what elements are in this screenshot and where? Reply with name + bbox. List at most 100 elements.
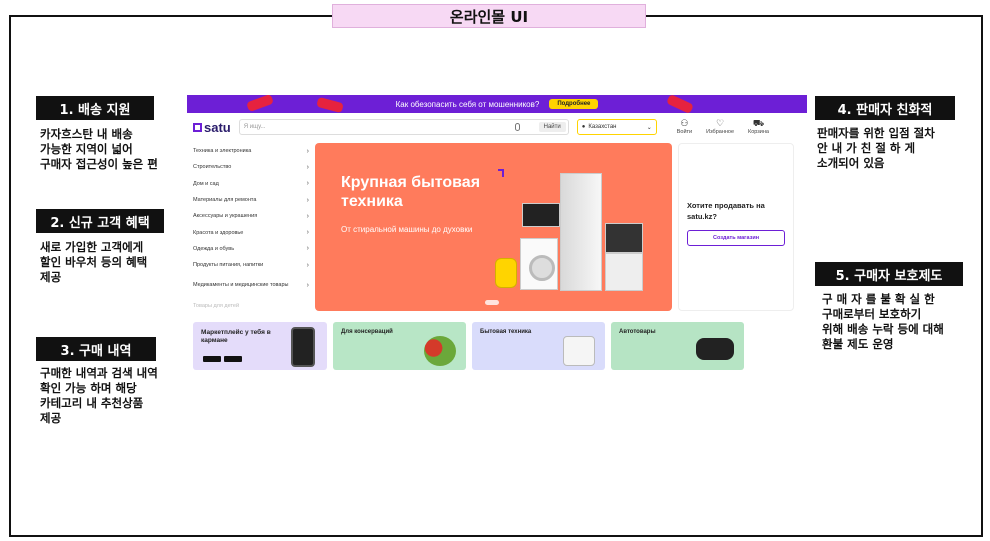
chevron-down-icon: ⌄ [646, 124, 652, 131]
category-label: Красота и здоровье [193, 229, 244, 236]
category-label: Дом и сад [193, 180, 219, 187]
favorites-button[interactable]: ♡ Избранное [706, 118, 735, 136]
stove-image [605, 253, 643, 291]
cart-label: Корзина [748, 129, 769, 135]
page-title: 온라인몰 UI [332, 4, 646, 28]
app-store-icon[interactable] [224, 355, 242, 362]
car-mats-image [696, 337, 734, 360]
region-select[interactable]: ● Казахстан ⌄ [576, 119, 657, 135]
hero-title: Крупная бытовая техника [341, 174, 481, 210]
category-label: Товары для детей [193, 302, 240, 309]
corner-accent-icon [498, 169, 504, 177]
seller-panel: Хотите продавать на satu.kz? Создать маг… [678, 143, 794, 311]
location-pin-icon: ● [581, 124, 586, 130]
annotation-note-1: 카자흐스탄 내 배송 가능한 지역이 넓어 구매자 접근성이 높은 편 [40, 127, 158, 171]
annotation-note-5: 구 매 자 를 불 확 실 한 구매로부터 보호하기 위해 배송 누락 등에 대… [822, 292, 944, 351]
category-item[interactable]: Товары для детей [193, 297, 309, 313]
promo-card-auto[interactable]: Автотовары [611, 321, 744, 370]
hero-banner[interactable]: Крупная бытовая техника От стиральной ма… [315, 143, 672, 311]
megaphone-icon [316, 96, 344, 114]
annotation-label-1: 1. 배송 지원 [36, 96, 154, 120]
promo-title: Бытовая техника [480, 328, 532, 335]
site-header: satu Я ищу... Найти ● Казахстан ⌄ ⚇ Войт… [187, 113, 807, 141]
login-button[interactable]: ⚇ Войти [676, 118, 693, 136]
app-store-badges [203, 355, 242, 362]
cart-button[interactable]: ⛟ Корзина [748, 118, 769, 136]
satu-logo[interactable]: satu [193, 120, 231, 135]
category-item[interactable]: Строительство › [193, 159, 309, 175]
google-play-icon[interactable] [203, 355, 221, 362]
promo-title: Маркетплейс у тебя в кармане [201, 328, 271, 344]
category-item[interactable]: Одежда и обувь › [193, 241, 309, 257]
website-screenshot: Как обезопасить себя от мошенников? Подр… [187, 95, 807, 395]
heart-icon: ♡ [716, 118, 725, 128]
hero-subtitle: От стиральной машины до духовки [341, 225, 473, 234]
promo-title: Автотовары [619, 328, 656, 335]
promo-card-canning[interactable]: Для консерваций [333, 321, 466, 370]
logo-text: satu [204, 119, 231, 135]
annotation-note-2: 새로 가입한 고객에게 할인 바우처 등의 혜택 제공 [40, 240, 148, 284]
chevron-right-icon: › [306, 180, 309, 188]
promo-card-app[interactable]: Маркетплейс у тебя в кармане [193, 321, 327, 370]
refrigerator-image [560, 173, 602, 291]
category-list: Техника и электроника › Строительство › До… [193, 143, 309, 314]
carousel-indicator[interactable] [485, 300, 499, 305]
search-bar[interactable]: Я ищу... Найти [238, 119, 569, 135]
category-item[interactable]: Материалы для ремонта › [193, 192, 309, 208]
annotation-label-3: 3. 구매 내역 [36, 337, 156, 361]
header-actions: ⚇ Войти ♡ Избранное ⛟ Корзина [676, 118, 769, 136]
category-item[interactable]: Дом и сад › [193, 176, 309, 192]
region-value: Казахстан [588, 124, 617, 130]
chevron-right-icon: › [306, 281, 309, 289]
chevron-right-icon: › [306, 245, 309, 253]
category-item[interactable]: Аксессуары и украшения › [193, 208, 309, 224]
megaphone-icon [246, 95, 274, 113]
cart-icon: ⛟ [752, 118, 765, 128]
microwave-image [522, 203, 560, 227]
washing-machine-image [520, 238, 558, 290]
vegetables-image [424, 335, 456, 366]
create-shop-button[interactable]: Создать магазин [687, 230, 785, 246]
banner-text: Как обезопасить себя от мошенников? [395, 99, 540, 109]
category-item[interactable]: Техника и электроника › [193, 143, 309, 159]
login-label: Войти [676, 129, 693, 135]
search-button[interactable]: Найти [538, 122, 566, 132]
banner-more-button[interactable]: Подробнее [549, 99, 599, 109]
chevron-right-icon: › [306, 196, 309, 204]
logo-square-icon [193, 122, 202, 132]
search-input[interactable]: Я ищу... [244, 124, 266, 130]
oven-image [605, 223, 643, 253]
phone-image [291, 326, 315, 367]
user-icon: ⚇ [680, 118, 689, 128]
microphone-icon[interactable] [514, 123, 520, 131]
annotation-label-2: 2. 신규 고객 혜택 [36, 209, 164, 233]
chevron-right-icon: › [306, 261, 309, 269]
seller-title: Хотите продавать на satu.kz? [687, 201, 765, 221]
megaphone-icon [666, 95, 694, 115]
promo-title: Для консерваций [341, 328, 393, 335]
category-label: Продукты питания, напитки [193, 262, 264, 269]
promo-card-appliances[interactable]: Бытовая техника [472, 321, 605, 370]
category-label: Одежда и обувь [193, 245, 235, 252]
category-item[interactable]: Медикаменты и медицинские товары › [193, 273, 309, 297]
category-label: Аксессуары и украшения [193, 213, 258, 220]
promo-cards: Маркетплейс у тебя в кармане Для консерв… [187, 316, 807, 370]
vacuum-cleaner-image [495, 258, 517, 288]
annotation-label-5: 5. 구매자 보호제도 [815, 262, 963, 286]
promo-banner[interactable]: Как обезопасить себя от мошенников? Подр… [187, 95, 807, 115]
category-label: Медикаменты и медицинские товары [193, 282, 289, 289]
chevron-right-icon: › [306, 147, 309, 155]
category-item[interactable]: Продукты питания, напитки › [193, 257, 309, 273]
main-content: Техника и электроника › Строительство › До… [187, 141, 807, 316]
category-item[interactable]: Красота и здоровье › [193, 224, 309, 240]
chevron-right-icon: › [306, 212, 309, 220]
annotation-note-4: 판매자를 위한 입점 절차 안 내 가 친 절 하 게 소개되어 있음 [817, 126, 935, 170]
category-label: Строительство [193, 164, 232, 171]
annotation-label-4: 4. 판매자 친화적 [815, 96, 955, 120]
annotation-note-3: 구매한 내역과 검색 내역 확인 가능 하며 해당 카테고리 내 추천상품 제공 [40, 366, 158, 425]
category-label: Техника и электроника [193, 148, 252, 155]
appliances-image [563, 335, 595, 366]
favorites-label: Избранное [706, 129, 735, 135]
chevron-right-icon: › [306, 229, 309, 237]
chevron-right-icon: › [306, 163, 309, 171]
